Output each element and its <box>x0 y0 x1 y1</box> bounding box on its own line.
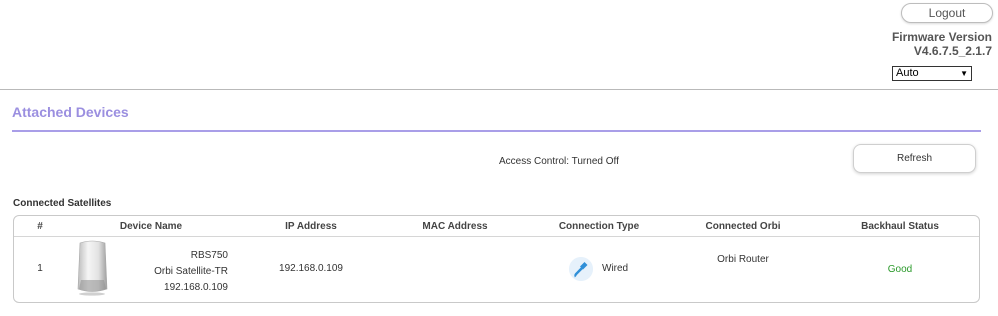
header-bar: Logout Firmware Version V4.6.7.5_2.1.7 A… <box>0 0 998 90</box>
column-header-ip-address: IP Address <box>285 221 337 232</box>
device-name: Orbi Satellite-TR <box>154 266 228 277</box>
connection-type-cell: Wired <box>602 263 629 274</box>
language-select[interactable]: Auto ▼ <box>892 66 972 81</box>
orbi-satellite-device-image <box>77 240 108 296</box>
table-header-divider <box>14 236 979 237</box>
satellites-table: # Device Name IP Address MAC Address Con… <box>13 215 980 303</box>
logout-button[interactable]: Logout <box>901 3 993 23</box>
ip-address-cell: 192.168.0.109 <box>279 263 343 274</box>
chevron-down-icon: ▼ <box>960 69 968 78</box>
title-divider <box>12 130 981 132</box>
refresh-button[interactable]: Refresh <box>853 144 976 173</box>
device-name-cell: RBS750 Orbi Satellite-TR 192.168.0.109 <box>124 248 228 296</box>
firmware-version-value: V4.6.7.5_2.1.7 <box>913 44 992 58</box>
language-select-value: Auto <box>896 67 919 79</box>
column-header-device-name: Device Name <box>119 221 183 232</box>
page-title: Attached Devices <box>12 104 129 120</box>
device-ip: 192.168.0.109 <box>164 282 228 293</box>
connected-orbi-cell: Orbi Router <box>717 254 769 265</box>
section-title-connected-satellites: Connected Satellites <box>13 198 112 209</box>
column-header-mac-address: MAC Address <box>422 221 488 232</box>
access-control-status: Access Control: Turned Off <box>499 156 619 167</box>
column-header-backhaul-status: Backhaul Status <box>861 221 939 232</box>
backhaul-status-cell: Good <box>887 264 913 275</box>
column-header-connection-type: Connection Type <box>558 221 640 232</box>
device-model: RBS750 <box>190 250 228 261</box>
firmware-version-label: Firmware Version <box>891 30 992 44</box>
row-index: 1 <box>37 263 43 274</box>
column-header-index: # <box>37 221 43 232</box>
column-header-connected-orbi: Connected Orbi <box>705 221 781 232</box>
ethernet-cable-icon <box>569 257 593 281</box>
